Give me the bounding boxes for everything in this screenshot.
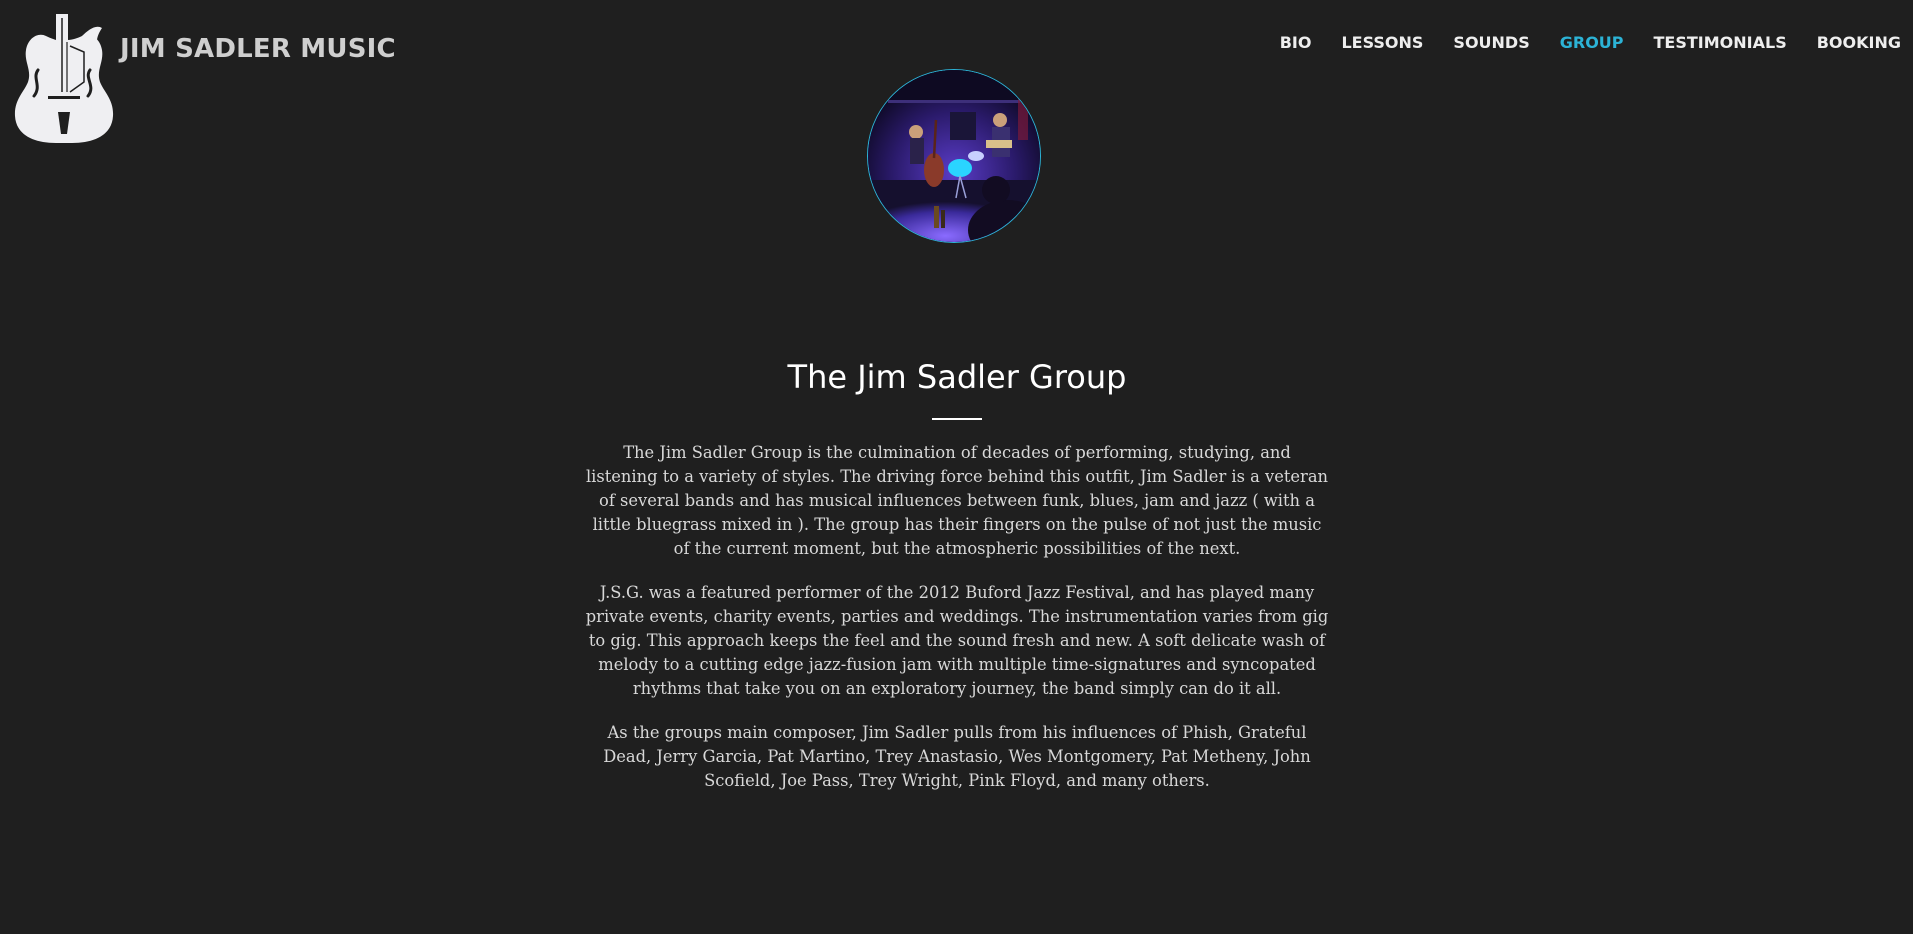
nav-item-sounds[interactable]: SOUNDS xyxy=(1438,33,1544,53)
site-title-link[interactable]: JIM SADLER MUSIC xyxy=(120,34,396,64)
main-nav: BIO LESSONS SOUNDS GROUP TESTIMONIALS BO… xyxy=(1265,33,1901,53)
group-section: The Jim Sadler Group The Jim Sadler Grou… xyxy=(585,356,1329,813)
nav-item-testimonials[interactable]: TESTIMONIALS xyxy=(1639,33,1802,53)
performances-paragraph: J.S.G. was a featured performer of the 2… xyxy=(585,583,1329,698)
page-title: The Jim Sadler Group xyxy=(787,358,1127,396)
nav-item-group[interactable]: GROUP xyxy=(1545,33,1639,53)
archtop-guitar-icon xyxy=(14,14,114,143)
page: JIM SADLER MUSIC BIO LESSONS SOUNDS GROU… xyxy=(0,0,1913,934)
title-divider xyxy=(932,418,982,420)
nav-item-lessons[interactable]: LESSONS xyxy=(1326,33,1438,53)
guitar-logo-icon[interactable] xyxy=(12,12,116,144)
intro-paragraph: The Jim Sadler Group is the culmination … xyxy=(585,443,1329,558)
nav-item-booking[interactable]: BOOKING xyxy=(1802,33,1901,53)
influences-paragraph: As the groups main composer, Jim Sadler … xyxy=(603,723,1311,790)
band-photo xyxy=(867,69,1041,243)
nav-item-bio[interactable]: BIO xyxy=(1265,33,1327,53)
